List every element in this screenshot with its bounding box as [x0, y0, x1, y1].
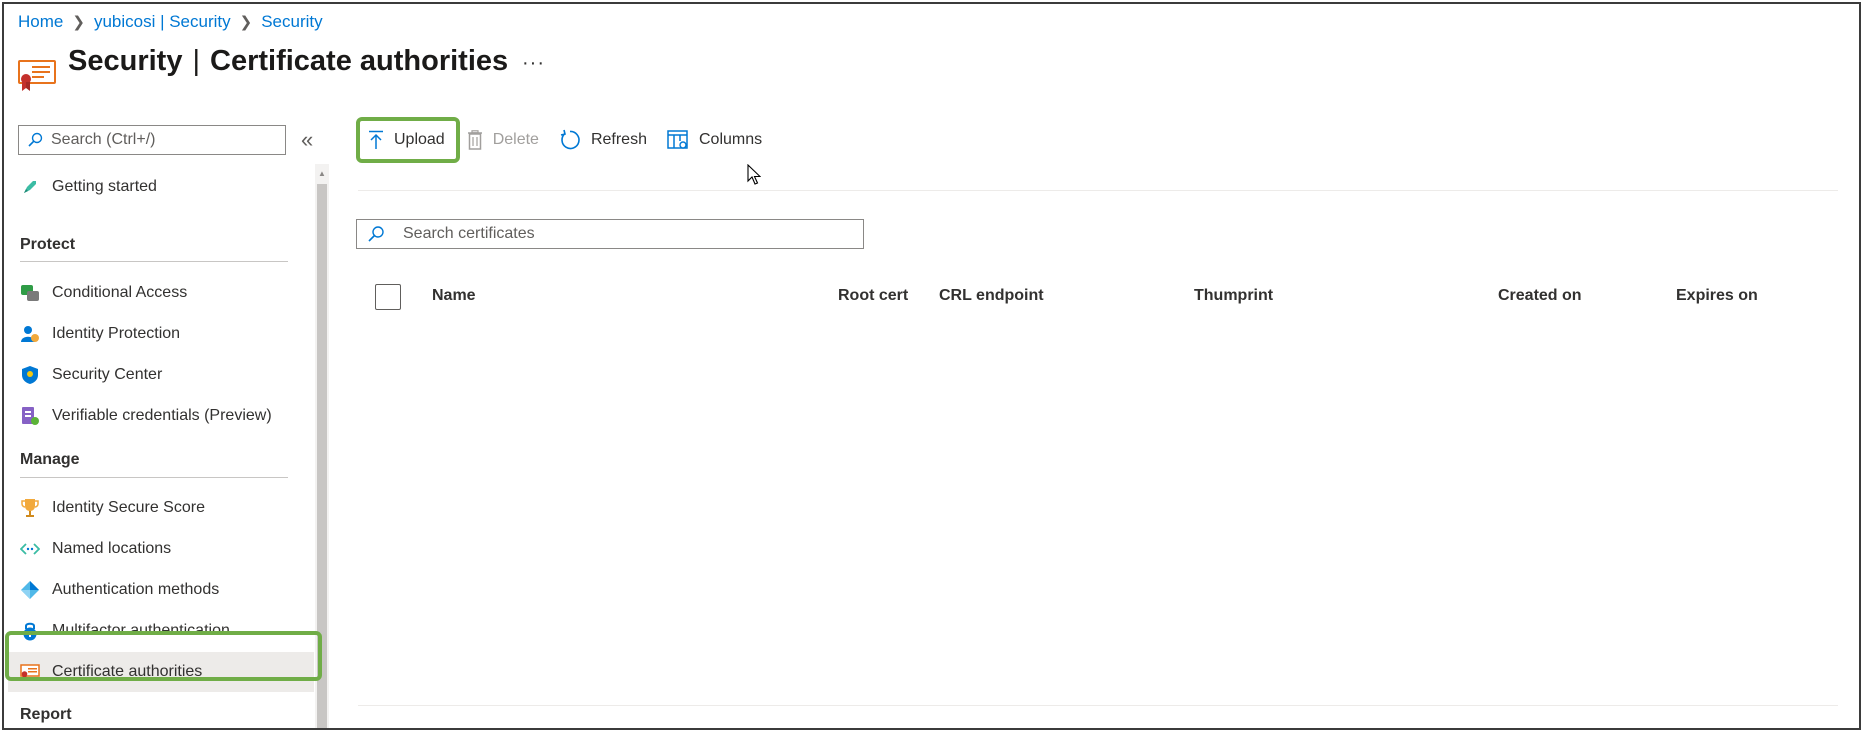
column-header-expires-on[interactable]: Expires on — [1676, 287, 1758, 305]
certificate-search-box[interactable] — [356, 219, 864, 249]
column-header-crl-endpoint[interactable]: CRL endpoint — [939, 287, 1044, 305]
page-title-separator: | — [192, 45, 200, 77]
section-divider — [20, 261, 288, 262]
sidebar-item-conditional-access[interactable]: Conditional Access — [8, 273, 314, 313]
columns-icon — [667, 130, 689, 150]
scroll-up-arrow-icon[interactable]: ▲ — [318, 169, 326, 178]
more-options-button[interactable]: ··· — [522, 52, 545, 75]
highlight-annotation-certificate-authorities — [5, 631, 322, 681]
window-frame: Home ❯ yubicosi | Security ❯ Security Se… — [2, 2, 1861, 730]
sidebar-item-named-locations[interactable]: Named locations — [8, 529, 314, 569]
page-title: Security | Certificate authorities — [68, 45, 508, 78]
section-divider — [20, 477, 288, 478]
column-header-name[interactable]: Name — [432, 287, 476, 305]
breadcrumb-security[interactable]: Security — [261, 12, 322, 32]
page-title-blade: Certificate authorities — [210, 45, 509, 77]
delete-label: Delete — [492, 131, 539, 148]
delete-button[interactable]: Delete — [457, 120, 549, 160]
sidebar-item-label: Named locations — [52, 540, 172, 557]
identity-protection-icon — [20, 324, 40, 344]
sidebar-item-label: Security Center — [52, 366, 163, 383]
toolbar-divider — [358, 190, 1838, 191]
certificate-icon — [18, 55, 56, 95]
rocket-icon — [20, 177, 40, 197]
column-header-root-cert[interactable]: Root cert — [838, 287, 908, 305]
section-heading-report: Report — [20, 706, 72, 723]
search-icon — [28, 132, 43, 147]
sidebar-item-label: Conditional Access — [52, 284, 188, 301]
refresh-button[interactable]: Refresh — [549, 120, 657, 160]
sidebar-item-label: Identity Protection — [52, 325, 181, 342]
refresh-label: Refresh — [590, 131, 647, 148]
verifiable-credentials-icon — [20, 406, 40, 426]
breadcrumb-tenant-security[interactable]: yubicosi | Security — [94, 12, 231, 32]
grid-bottom-divider — [358, 705, 1838, 706]
sidebar-item-getting-started[interactable]: Getting started — [8, 167, 314, 207]
sidebar-item-authentication-methods[interactable]: Authentication methods — [8, 570, 314, 610]
trophy-icon — [20, 498, 40, 518]
columns-button[interactable]: Columns — [657, 120, 772, 160]
breadcrumb-home[interactable]: Home — [18, 12, 63, 32]
search-icon — [368, 226, 384, 242]
sidebar-item-label: Verifiable credentials (Preview) — [52, 407, 272, 424]
authentication-methods-icon — [20, 580, 40, 600]
refresh-icon — [559, 129, 581, 151]
breadcrumb-chevron-icon: ❯ — [72, 14, 85, 31]
sidebar-item-identity-protection[interactable]: Identity Protection — [8, 314, 314, 354]
security-center-icon — [20, 365, 40, 385]
breadcrumb-chevron-icon: ❯ — [239, 14, 253, 31]
column-header-created-on[interactable]: Created on — [1498, 287, 1582, 305]
sidebar-item-label: Identity Secure Score — [52, 499, 205, 516]
sidebar-item-security-center[interactable]: Security Center — [8, 355, 314, 395]
section-heading-protect: Protect — [20, 236, 76, 253]
sidebar-search-input[interactable] — [51, 131, 271, 149]
sidebar-item-verifiable-credentials[interactable]: Verifiable credentials (Preview) — [8, 396, 314, 436]
breadcrumb: Home ❯ yubicosi | Security ❯ Security — [18, 12, 323, 32]
sidebar-item-label: Getting started — [52, 178, 157, 195]
trash-icon — [467, 130, 483, 150]
column-header-thumbprint[interactable]: Thumprint — [1194, 287, 1273, 305]
conditional-access-icon — [20, 283, 40, 303]
section-heading-manage: Manage — [20, 451, 80, 468]
certificate-search-input[interactable] — [403, 225, 863, 243]
collapse-sidebar-button[interactable]: « — [301, 127, 313, 153]
mouse-pointer-icon — [747, 163, 762, 191]
sidebar-item-identity-secure-score[interactable]: Identity Secure Score — [8, 488, 314, 528]
page-title-section: Security — [68, 45, 183, 77]
select-all-checkbox[interactable] — [375, 284, 401, 310]
highlight-annotation-upload — [356, 117, 460, 163]
sidebar-item-label: Authentication methods — [52, 581, 220, 598]
sidebar-search-box[interactable] — [18, 125, 286, 155]
named-locations-icon — [20, 539, 40, 559]
columns-label: Columns — [698, 131, 763, 148]
